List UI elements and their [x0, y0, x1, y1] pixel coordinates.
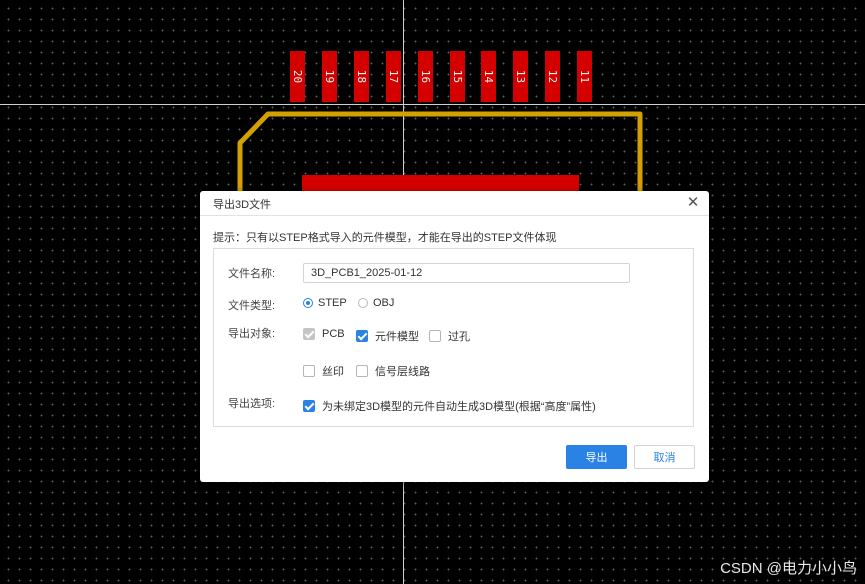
- radio-step-indicator[interactable]: [303, 298, 313, 308]
- radio-obj[interactable]: OBJ: [358, 297, 394, 309]
- checkbox-via-box[interactable]: [429, 330, 441, 342]
- checkbox-auto-generate-3d[interactable]: 为未绑定3D模型的元件自动生成3D模型(根据“高度”属性): [303, 398, 596, 414]
- file-name-label: 文件名称:: [228, 268, 276, 280]
- checkbox-signal-layer-traces[interactable]: 信号层线路: [356, 363, 430, 379]
- watermark: CSDN @电力小小鸟: [720, 560, 857, 577]
- export-settings-panel: 文件名称: 文件类型: STEP OBJ 导出对象: PCB 元件模型 过孔 丝…: [213, 248, 694, 427]
- dialog-header: 导出3D文件 ✕: [200, 191, 709, 216]
- checkbox-component-model[interactable]: 元件模型: [356, 328, 419, 344]
- checkbox-via[interactable]: 过孔: [429, 328, 470, 344]
- checkbox-signal-layer-traces-box[interactable]: [356, 365, 368, 377]
- checkbox-silkscreen-box[interactable]: [303, 365, 315, 377]
- radio-obj-label: OBJ: [373, 297, 395, 309]
- checkbox-pcb-label: PCB: [322, 328, 345, 340]
- file-type-label: 文件类型:: [228, 300, 276, 312]
- dialog-title: 导出3D文件: [213, 199, 272, 211]
- export-button[interactable]: 导出: [566, 445, 627, 469]
- cancel-button[interactable]: 取消: [634, 445, 695, 469]
- checkbox-auto-generate-3d-label: 为未绑定3D模型的元件自动生成3D模型(根据“高度”属性): [322, 401, 596, 413]
- export-options-label: 导出选项:: [228, 398, 276, 410]
- checkbox-signal-layer-traces-label: 信号层线路: [375, 366, 430, 378]
- radio-obj-indicator[interactable]: [358, 298, 368, 308]
- export-objects-label: 导出对象:: [228, 328, 276, 340]
- close-icon[interactable]: ✕: [685, 195, 701, 211]
- radio-step-label: STEP: [318, 297, 347, 309]
- checkbox-component-model-box[interactable]: [356, 330, 368, 342]
- radio-step[interactable]: STEP: [303, 297, 347, 309]
- checkbox-silkscreen-label: 丝印: [322, 366, 344, 378]
- checkbox-pcb[interactable]: PCB: [303, 328, 345, 340]
- hint-text: 提示：只有以STEP格式导入的元件模型，才能在导出的STEP文件体现: [213, 232, 557, 244]
- checkbox-auto-generate-3d-box[interactable]: [303, 400, 315, 412]
- checkbox-via-label: 过孔: [448, 331, 470, 343]
- checkbox-pcb-box[interactable]: [303, 328, 315, 340]
- export-3d-dialog: 导出3D文件 ✕ 提示：只有以STEP格式导入的元件模型，才能在导出的STEP文…: [200, 191, 709, 482]
- file-name-input[interactable]: [303, 263, 630, 283]
- checkbox-component-model-label: 元件模型: [375, 331, 419, 343]
- checkbox-silkscreen[interactable]: 丝印: [303, 363, 344, 379]
